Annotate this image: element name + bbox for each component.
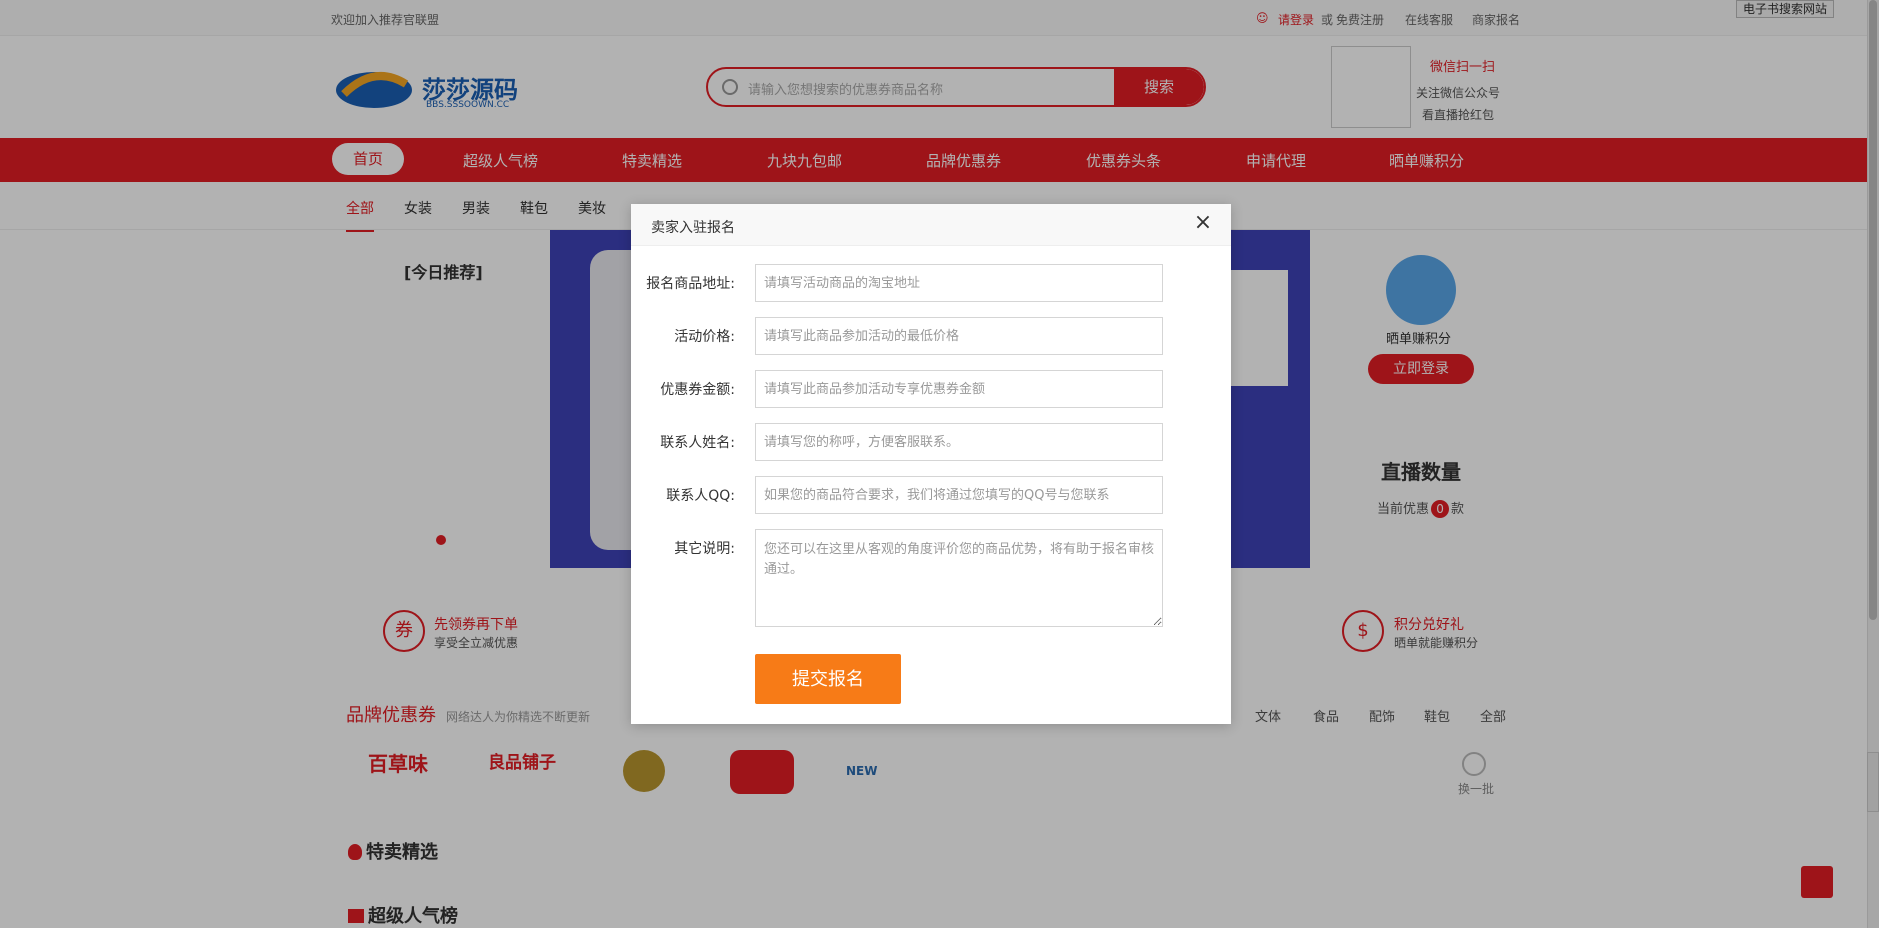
contact-name-input[interactable] [755,423,1163,461]
other-notes-label: 其它说明: [674,541,735,557]
submit-signup-button[interactable]: 提交报名 [755,654,901,704]
activity-price-label: 活动价格: [674,329,735,345]
merchant-signup-dialog: 卖家入驻报名 × 报名商品地址: 活动价格: 优惠券金额: 联系人姓名: 联系人… [631,204,1231,724]
close-icon[interactable]: × [1191,212,1215,236]
activity-price-input[interactable] [755,317,1163,355]
contact-qq-input[interactable] [755,476,1163,514]
dialog-header: 卖家入驻报名 × [631,204,1231,246]
coupon-amount-input[interactable] [755,370,1163,408]
dialog-title: 卖家入驻报名 [651,220,735,236]
coupon-amount-label: 优惠券金额: [660,382,735,398]
contact-name-label: 联系人姓名: [660,435,735,451]
product-url-input[interactable] [755,264,1163,302]
product-url-label: 报名商品地址: [646,276,735,292]
other-notes-textarea[interactable] [755,529,1163,627]
contact-qq-label: 联系人QQ: [666,488,735,504]
